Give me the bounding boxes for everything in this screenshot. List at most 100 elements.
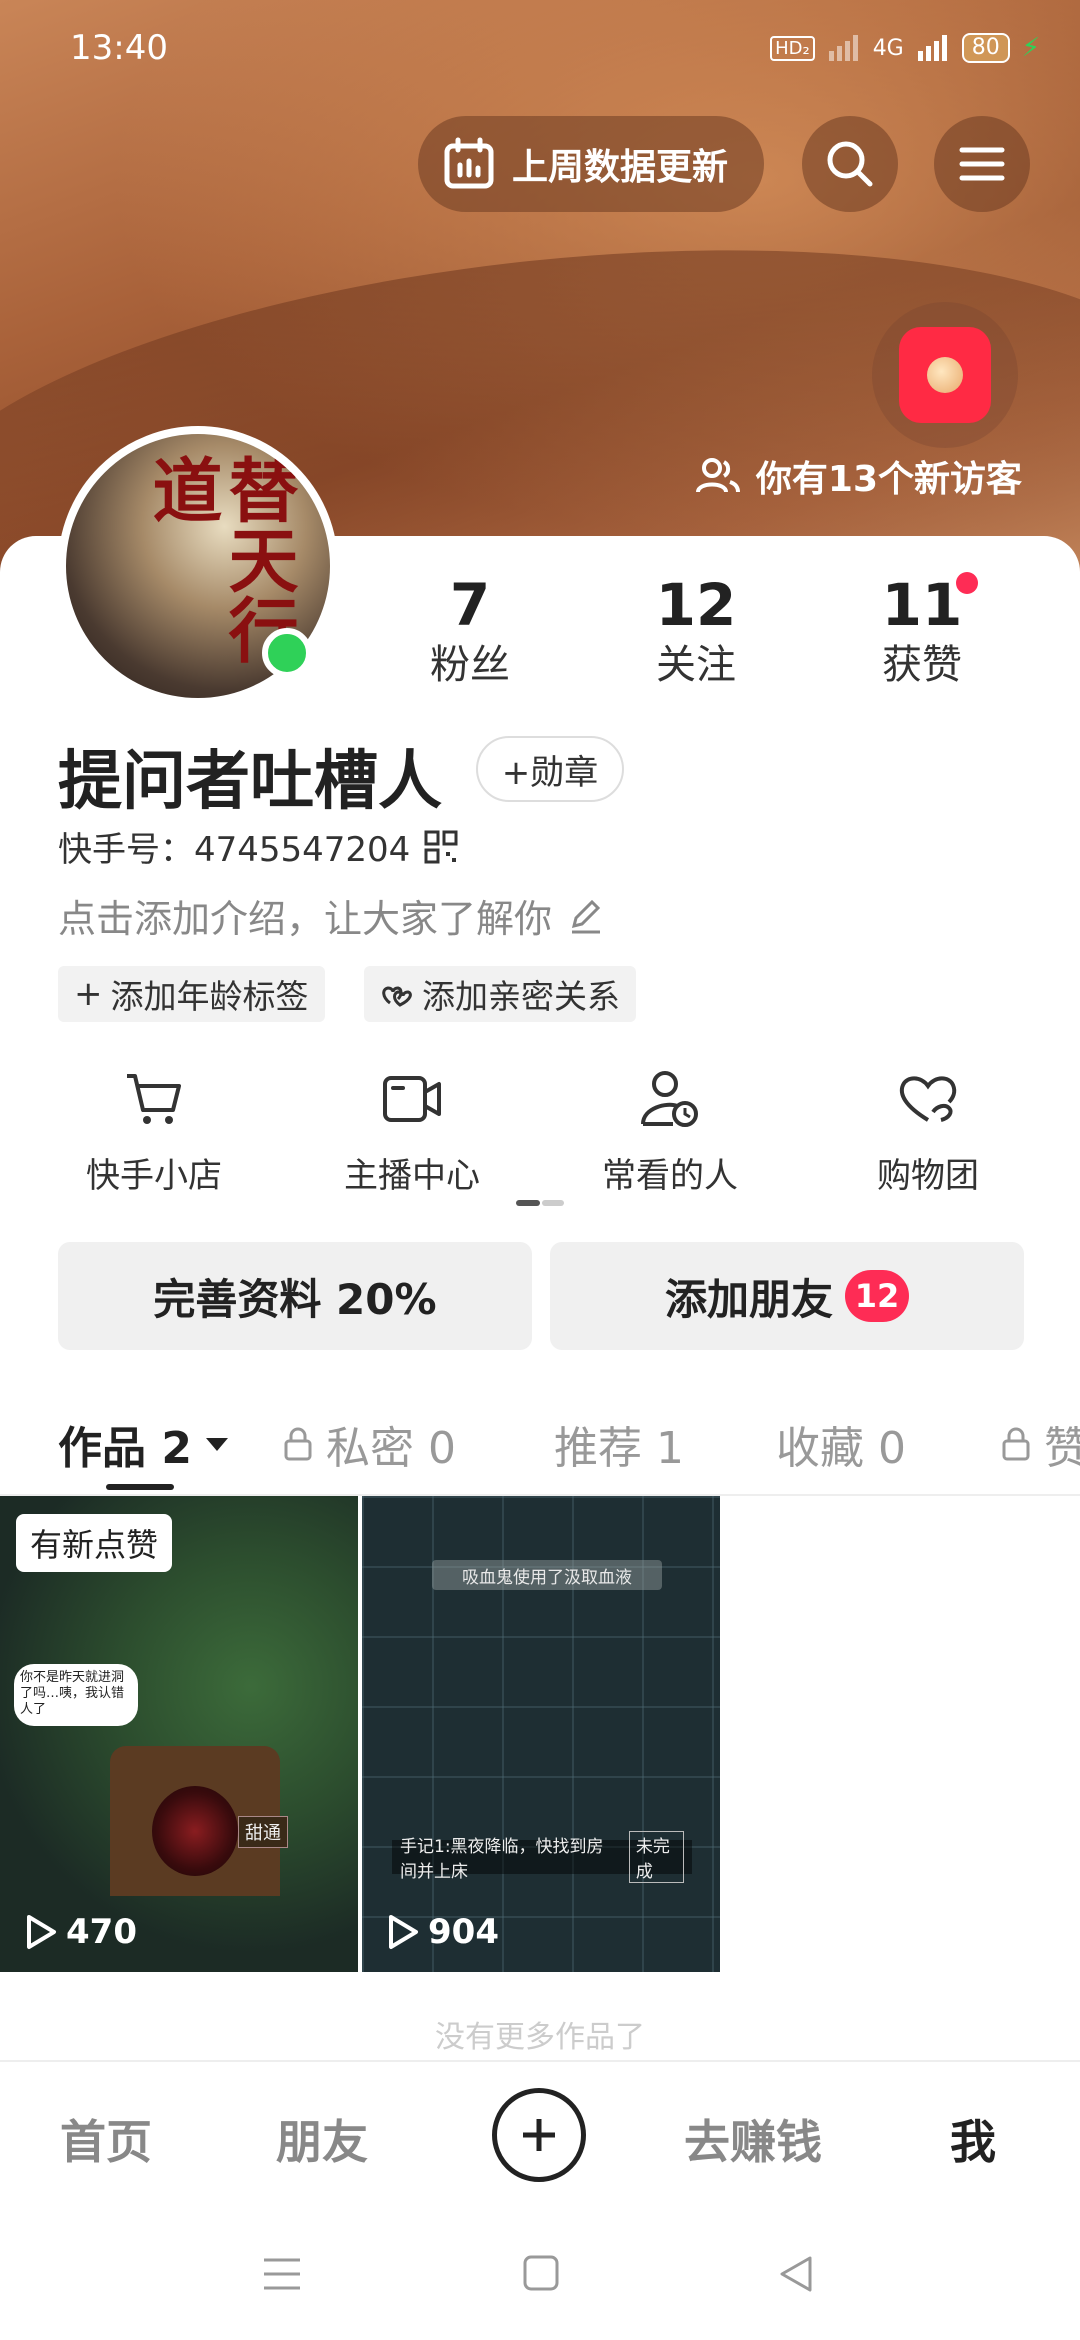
game-quest-tip: 手记1:黑夜降临，快找到房间并上床 未完成 [392, 1831, 692, 1883]
weekly-data-label: 上周数据更新 [512, 147, 729, 188]
pencil-icon [571, 899, 601, 933]
red-envelope-icon [899, 327, 991, 423]
video-camera-icon [383, 1076, 441, 1122]
shortcut-kuaishou-shop[interactable]: 快手小店 [54, 1068, 254, 1197]
signal-icon-1 [828, 35, 858, 61]
tab-label: 收藏 0 [776, 1423, 906, 1474]
bio-placeholder: 点击添加介绍，让大家了解你 [58, 897, 553, 941]
complete-profile-button[interactable]: 完善资料 20% [58, 1242, 532, 1350]
plus-icon: + [74, 974, 103, 1014]
hamburger-menu-icon [959, 147, 1005, 181]
home-square-icon[interactable] [522, 2254, 560, 2292]
visitors-text: 你有13个新访客 [755, 459, 1022, 500]
weekly-data-button[interactable]: 上周数据更新 [418, 116, 764, 212]
add-relationship-button[interactable]: 添加亲密关系 [364, 966, 636, 1022]
create-button[interactable] [492, 2088, 586, 2182]
battery-icon: 80 [961, 33, 1010, 63]
back-triangle-icon[interactable] [776, 2254, 816, 2294]
tab-favorites[interactable]: 收藏 0 [776, 1412, 906, 1476]
age-tag-label: 添加年龄标签 [110, 977, 309, 1016]
shortcut-frequently-viewed[interactable]: 常看的人 [570, 1068, 770, 1197]
add-friends-badge: 12 [845, 1270, 909, 1322]
online-status-dot [262, 628, 312, 678]
following-stat[interactable]: 12 关注 [616, 570, 776, 690]
tab-label: 推荐 1 [554, 1423, 684, 1474]
following-count: 12 [655, 571, 737, 639]
followers-label: 粉丝 [430, 642, 510, 688]
red-packet-button[interactable] [872, 302, 1018, 448]
lock-icon [1002, 1427, 1030, 1461]
play-count-value: 904 [428, 1912, 499, 1952]
likes-count: 11 [881, 571, 963, 639]
content-tabs: 作品 2 私密 0 推荐 1 收藏 0 赞 [0, 1404, 1080, 1496]
plus-icon [523, 2119, 555, 2151]
shortcut-label: 主播中心 [344, 1156, 480, 1196]
signal-icon-2 [917, 35, 947, 61]
game-sign: 甜通 [238, 1816, 288, 1848]
nav-home[interactable]: 首页 [60, 2106, 152, 2172]
hd-icon: HD₂ [770, 35, 815, 61]
tab-indicator [106, 1484, 174, 1490]
cart-icon [127, 1074, 181, 1124]
play-count-value: 470 [66, 1912, 137, 1952]
play-icon [389, 1915, 418, 1949]
recent-apps-icon[interactable] [262, 2256, 302, 2292]
shortcut-pager [516, 1200, 564, 1206]
add-friends-label: 添加朋友 [664, 1274, 833, 1324]
game-quest-status: 未完成 [628, 1831, 684, 1883]
speech-bubble: 你不是昨天就进洞了吗…咦，我认错人了 [14, 1664, 138, 1726]
caret-down-icon [205, 1438, 228, 1451]
complete-profile-label: 完善资料 20% [153, 1274, 437, 1324]
linked-hearts-icon [382, 986, 412, 1007]
relationship-tag-label: 添加亲密关系 [422, 977, 620, 1016]
shortcut-shopping-group[interactable]: 购物团 [828, 1068, 1028, 1197]
tab-label: 赞 [1044, 1423, 1080, 1474]
nav-earn[interactable]: 去赚钱 [684, 2106, 822, 2172]
pager-dot-active [516, 1200, 540, 1206]
shortcut-label: 快手小店 [86, 1156, 222, 1196]
lock-icon [284, 1427, 312, 1461]
tab-label: 私密 0 [326, 1423, 456, 1474]
menu-button[interactable] [934, 116, 1030, 212]
game-quest-text: 手记1:黑夜降临，快找到房间并上床 [400, 1837, 604, 1882]
new-like-badge: 有新点赞 [16, 1514, 173, 1572]
new-visitors-link[interactable]: 你有13个新访客 [695, 450, 1022, 502]
tab-liked[interactable]: 赞 [1000, 1412, 1080, 1476]
following-label: 关注 [656, 642, 736, 688]
game-event-banner: 吸血鬼使用了汲取血液 [432, 1560, 662, 1590]
shortcut-label: 购物团 [877, 1156, 979, 1196]
work-thumbnail[interactable]: 吸血鬼使用了汲取血液 手记1:黑夜降临，快找到房间并上床 未完成 904 [362, 1496, 720, 1972]
shortcut-streamer-center[interactable]: 主播中心 [312, 1068, 512, 1197]
search-button[interactable] [802, 116, 898, 212]
tab-label: 作品 2 [58, 1423, 192, 1474]
qr-code-icon [424, 830, 458, 863]
tab-private[interactable]: 私密 0 [282, 1412, 456, 1476]
nav-me[interactable]: 我 [950, 2106, 996, 2172]
status-icons: HD₂ 4G 80 ⚡ [770, 33, 1040, 63]
kuaishou-id[interactable]: 快手号：4745547204 [58, 822, 458, 871]
signal-type: 4G [872, 35, 904, 61]
followers-count: 7 [449, 571, 491, 639]
people-icon [695, 458, 740, 493]
nav-friends[interactable]: 朋友 [276, 2106, 368, 2172]
bio-edit[interactable]: 点击添加介绍，让大家了解你 [58, 888, 606, 943]
likes-notification-dot [956, 572, 978, 594]
kuaishou-id-text: 快手号：4745547204 [58, 830, 411, 870]
add-medal-button[interactable]: +勋章 [476, 736, 624, 802]
charging-icon: ⚡ [1021, 33, 1040, 63]
followers-stat[interactable]: 7 粉丝 [390, 570, 550, 690]
play-count: 470 [24, 1912, 137, 1952]
tab-recommended[interactable]: 推荐 1 [554, 1412, 684, 1476]
add-friends-button[interactable]: 添加朋友 12 [550, 1242, 1024, 1350]
likes-stat[interactable]: 11 获赞 [842, 570, 1002, 690]
status-bar: 13:40 HD₂ 4G 80 ⚡ [70, 28, 1040, 68]
person-clock-icon [641, 1071, 698, 1127]
status-time: 13:40 [70, 28, 168, 68]
tab-works[interactable]: 作品 2 [58, 1412, 230, 1476]
add-age-tag-button[interactable]: + 添加年龄标签 [58, 966, 325, 1022]
play-icon [27, 1915, 56, 1949]
shortcut-label: 常看的人 [602, 1156, 738, 1196]
work-thumbnail[interactable]: 你不是昨天就进洞了吗…咦，我认错人了 甜通 有新点赞 470 [0, 1496, 358, 1972]
bottom-nav: 首页 朋友 去赚钱 我 [0, 2060, 1080, 2212]
profile-name: 提问者吐槽人 [58, 745, 442, 819]
